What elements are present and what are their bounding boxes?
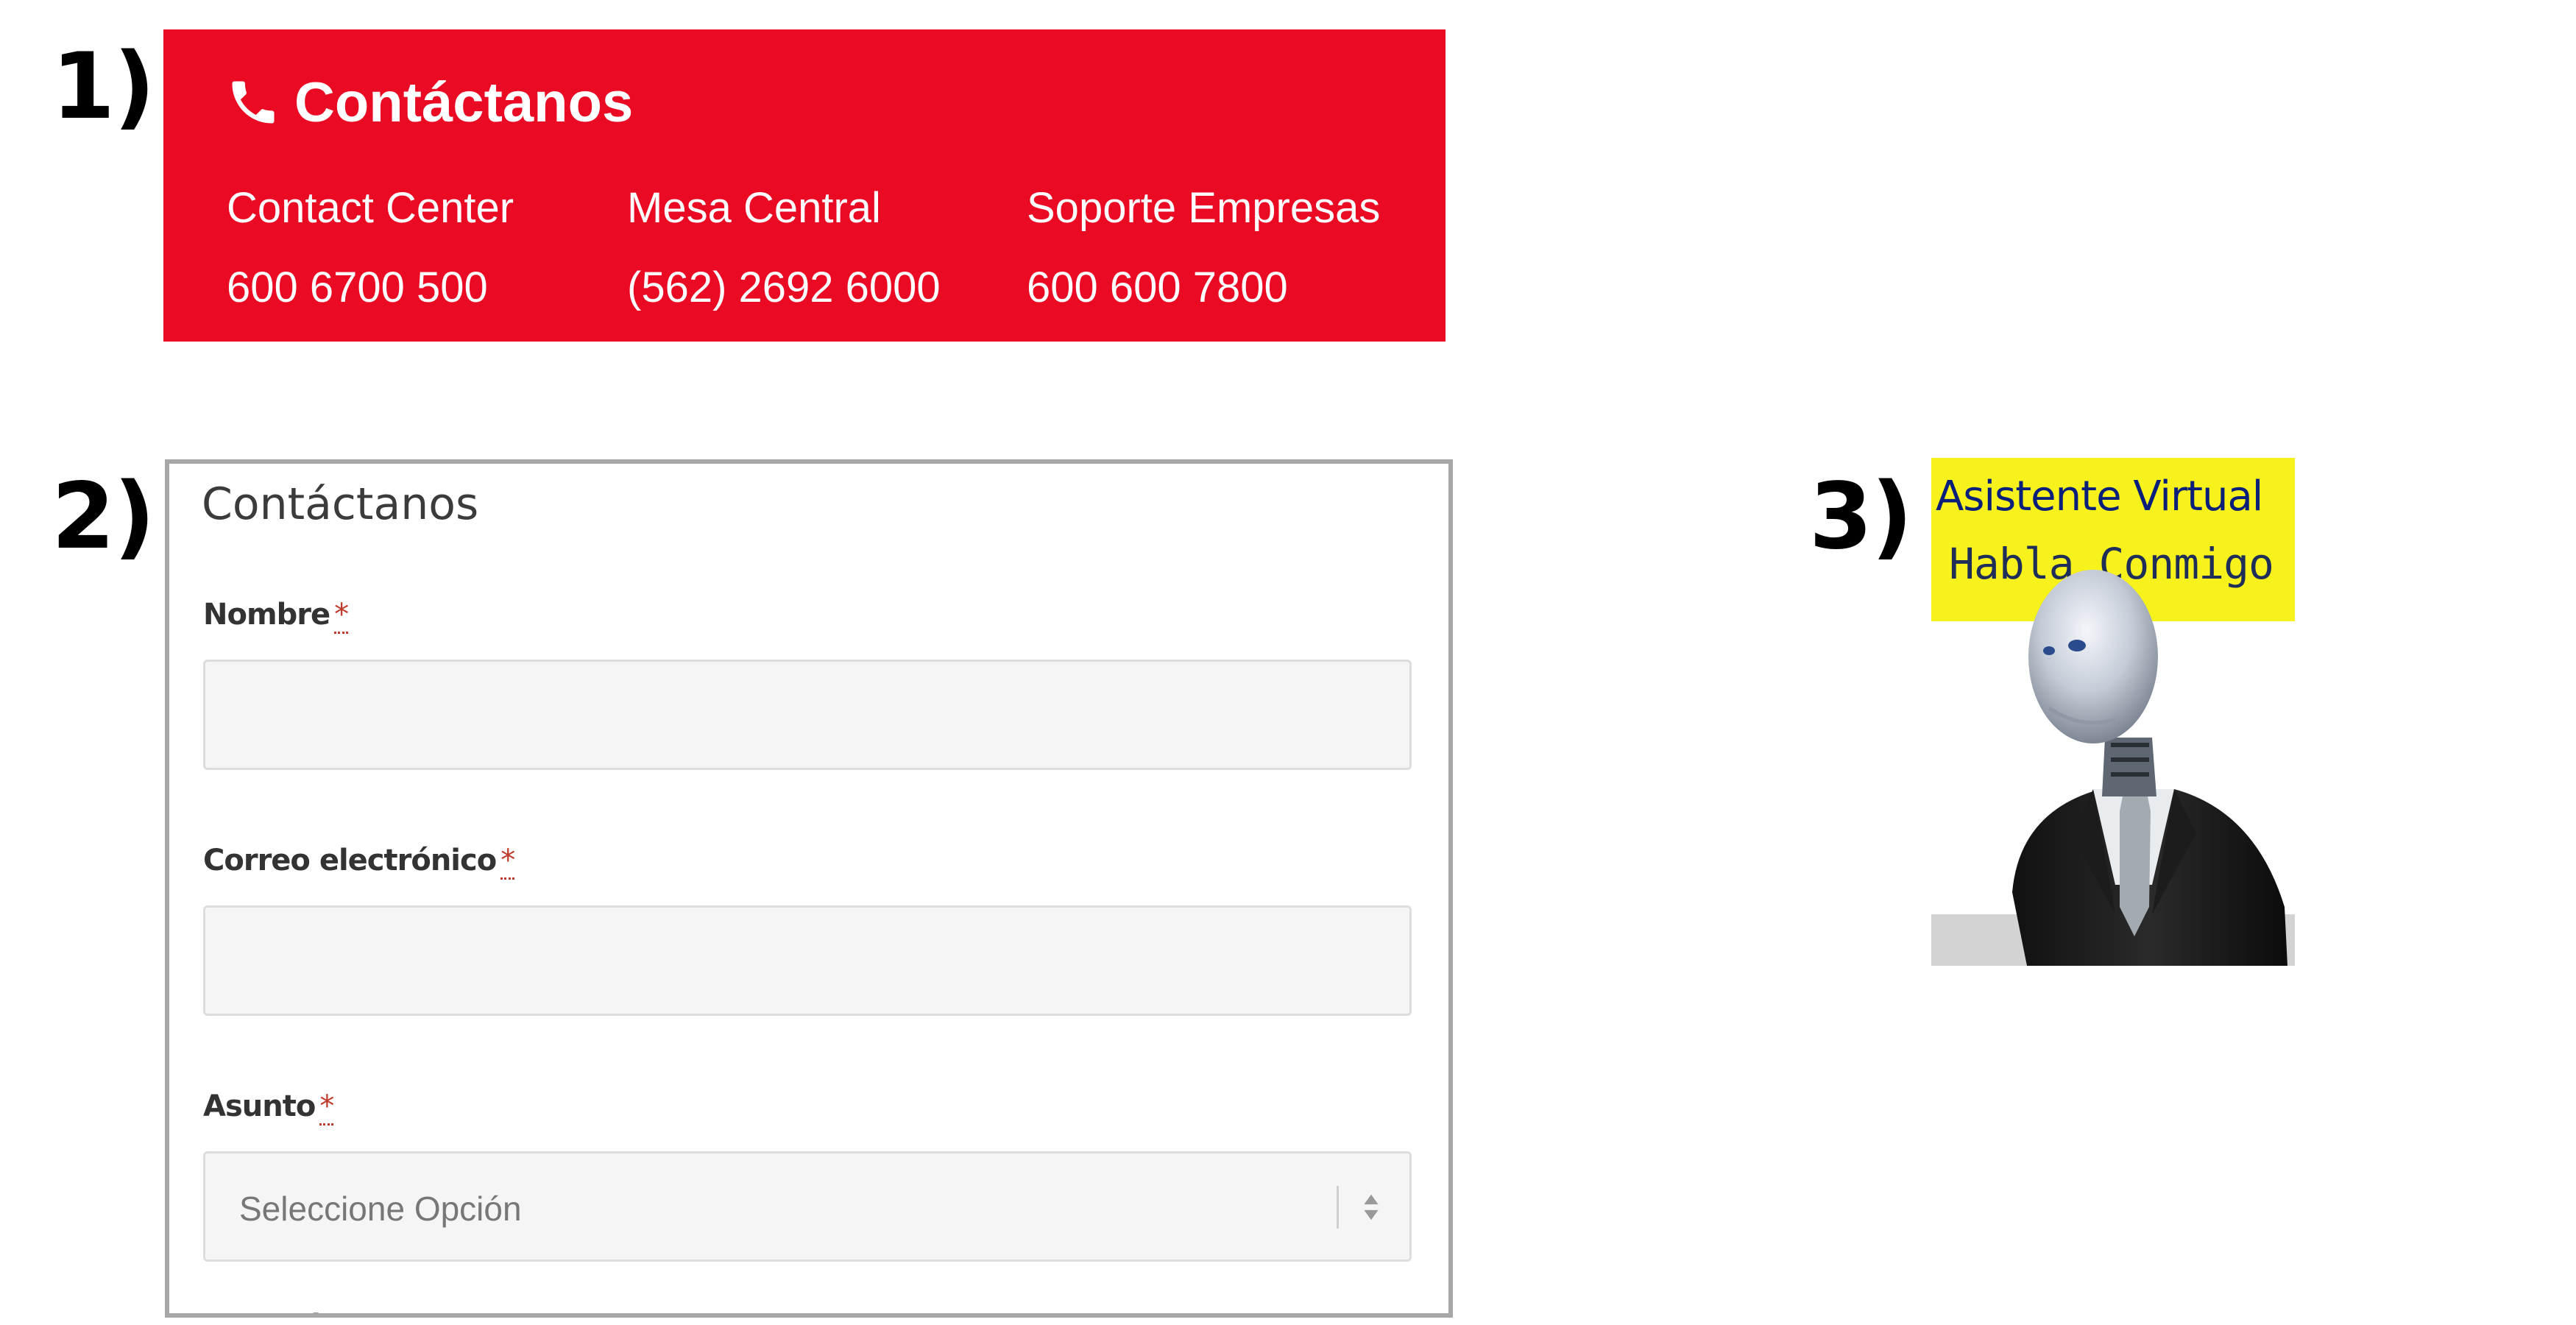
nombre-label-text: Nombre: [203, 598, 330, 632]
required-marker: *: [500, 844, 515, 880]
contact-banner: Contáctanos Contact Center 600 6700 500 …: [163, 29, 1446, 342]
correo-input[interactable]: [203, 905, 1412, 1016]
required-marker: *: [334, 598, 349, 634]
soporte-empresas-number[interactable]: 600 600 7800: [1027, 266, 1380, 309]
section-number-3: 3): [1809, 464, 1913, 570]
contact-form: Contáctanos Nombre * Correo electrónico * …: [165, 459, 1453, 1318]
select-divider: [1337, 1186, 1339, 1229]
mesa-central-number[interactable]: (562) 2692 6000: [627, 266, 941, 309]
asunto-select[interactable]: Seleccione Opción: [203, 1151, 1412, 1262]
assistant-title: Asistente Virtual: [1936, 473, 2263, 520]
form-title: Contáctanos: [202, 478, 479, 530]
mensaje-label: Mensaje: [203, 1309, 341, 1313]
nombre-label: Nombre *: [203, 598, 349, 634]
section-number-2: 2): [52, 464, 155, 570]
banner-title-text: Contáctanos: [294, 71, 634, 134]
soporte-empresas-label: Soporte Empresas: [1027, 184, 1381, 232]
contact-center-label: Contact Center: [227, 184, 514, 232]
mesa-central-label: Mesa Central: [627, 184, 881, 232]
asunto-select-value: Seleccione Opción: [239, 1190, 522, 1228]
contact-center-column: Contact Center 600 6700 500: [227, 187, 514, 309]
nombre-input[interactable]: [203, 660, 1412, 770]
virtual-assistant-widget[interactable]: Asistente Virtual Habla Conmigo: [1931, 458, 2295, 966]
chevron-up-down-icon: [1362, 1190, 1380, 1224]
required-marker: *: [319, 1089, 334, 1126]
soporte-empresas-column: Soporte Empresas 600 600 7800: [1027, 187, 1380, 309]
phone-icon: [225, 74, 281, 130]
banner-title: Contáctanos: [225, 62, 633, 143]
section-number-1: 1): [52, 34, 155, 140]
mesa-central-column: Mesa Central (562) 2692 6000: [627, 187, 941, 309]
correo-label-text: Correo electrónico: [203, 844, 497, 877]
asunto-label-text: Asunto: [203, 1089, 316, 1123]
correo-label: Correo electrónico *: [203, 844, 515, 880]
asunto-label: Asunto *: [203, 1089, 334, 1126]
contact-center-number[interactable]: 600 6700 500: [227, 266, 514, 309]
robot-avatar: [1931, 568, 2295, 966]
